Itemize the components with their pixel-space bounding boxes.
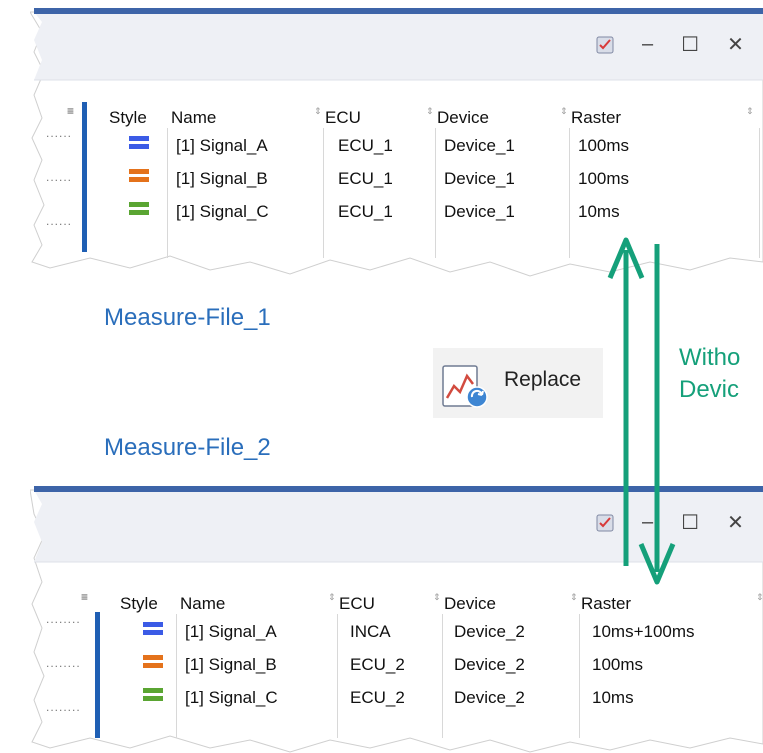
arrow-up-icon bbox=[607, 237, 645, 566]
arrow-down-icon bbox=[638, 244, 676, 585]
replace-arrows-overlay bbox=[607, 237, 676, 585]
